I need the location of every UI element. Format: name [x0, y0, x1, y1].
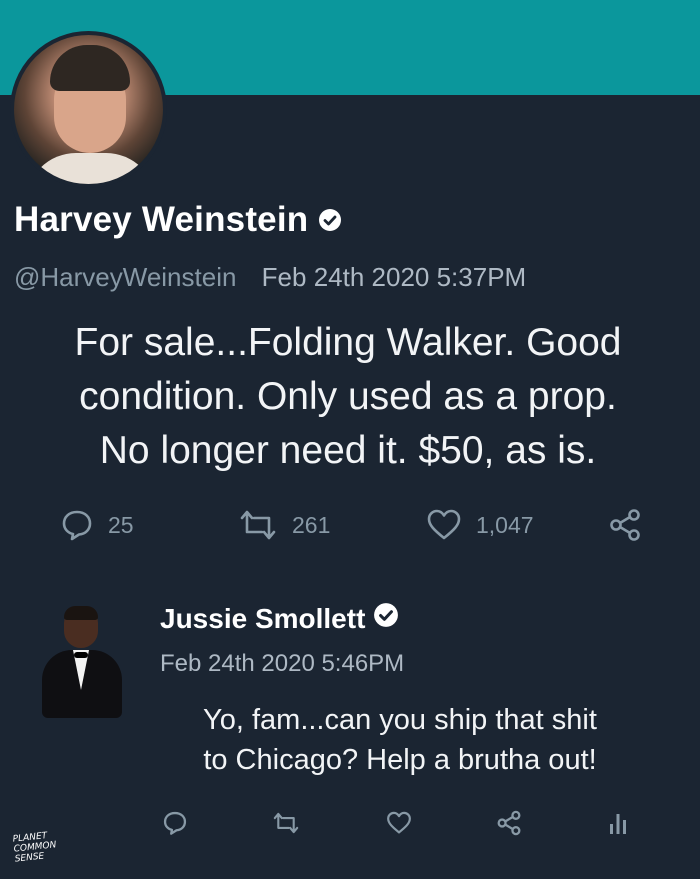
- reply-count: 25: [108, 511, 134, 538]
- share-button[interactable]: [608, 508, 642, 542]
- reply-actions: [160, 810, 640, 838]
- reply-retweet-button[interactable]: [272, 810, 300, 836]
- retweet-count: 261: [292, 511, 331, 538]
- heart-icon: [426, 508, 462, 542]
- verified-badge-icon: [373, 602, 399, 635]
- reply-author-name[interactable]: Jussie Smollett: [160, 602, 399, 635]
- reply-like-button[interactable]: [386, 810, 412, 836]
- retweet-arrows-icon: [272, 810, 300, 836]
- like-button[interactable]: 1,047: [426, 508, 534, 542]
- share-nodes-icon: [608, 508, 642, 542]
- tweet-timestamp[interactable]: Feb 24th 2020 5:37PM: [262, 262, 527, 292]
- reply-author-avatar[interactable]: [42, 606, 122, 718]
- retweet-arrows-icon: [238, 508, 278, 542]
- author-display-name[interactable]: Harvey Weinstein: [14, 200, 342, 240]
- tweet-text: For sale...Folding Walker. Good conditio…: [18, 316, 678, 478]
- reply-reply-button[interactable]: [162, 810, 188, 836]
- tweet-line: condition. Only used as a prop.: [79, 375, 617, 418]
- tweet-line: No longer need it. $50, as is.: [99, 429, 597, 472]
- tweet-actions: 25 261 1,047: [60, 508, 650, 552]
- author-handle[interactable]: @HarveyWeinstein: [14, 262, 236, 292]
- share-nodes-icon: [496, 810, 522, 836]
- avatar-bowtie: [74, 652, 88, 658]
- reply-share-button[interactable]: [496, 810, 522, 836]
- planet-common-sense-watermark: PLANET COMMON SENSE: [12, 829, 65, 870]
- like-count: 1,047: [476, 511, 534, 538]
- reply-text: Yo, fam...can you ship that shit to Chic…: [140, 700, 660, 780]
- avatar-shirt: [26, 153, 156, 184]
- author-name-text: Harvey Weinstein: [14, 200, 309, 239]
- comment-bubble-icon: [162, 810, 188, 836]
- bar-chart-icon: [608, 810, 628, 836]
- reply-line: to Chicago? Help a brutha out!: [203, 744, 597, 776]
- avatar-hair: [64, 606, 98, 620]
- reply-author-name-text: Jussie Smollett: [160, 602, 366, 634]
- analytics-button[interactable]: [608, 810, 628, 836]
- comment-bubble-icon: [60, 508, 94, 542]
- retweet-button[interactable]: 261: [238, 508, 330, 542]
- reply-line: Yo, fam...can you ship that shit: [203, 704, 597, 736]
- author-avatar[interactable]: [10, 31, 167, 188]
- reply-button[interactable]: 25: [60, 508, 134, 542]
- heart-icon: [386, 810, 412, 836]
- tweet-line: For sale...Folding Walker. Good: [74, 321, 622, 364]
- author-meta: @HarveyWeinstein Feb 24th 2020 5:37PM: [14, 262, 526, 293]
- avatar-hair: [50, 45, 130, 91]
- verified-badge-icon: [318, 208, 342, 232]
- reply-timestamp[interactable]: Feb 24th 2020 5:46PM: [160, 650, 404, 678]
